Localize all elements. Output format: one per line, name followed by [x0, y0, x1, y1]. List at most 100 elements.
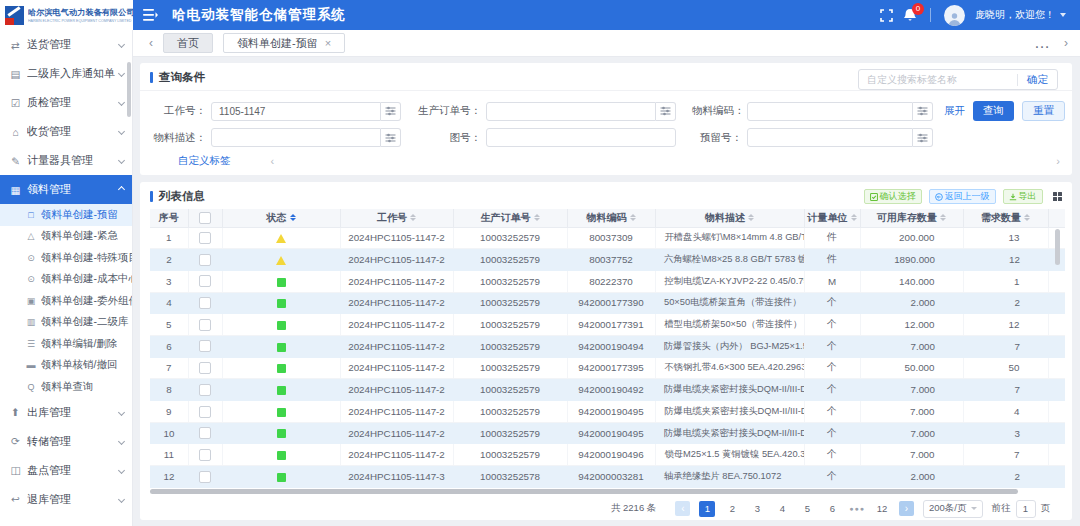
- custom-search-tag-input[interactable]: [859, 74, 1017, 85]
- column-header[interactable]: 可用库存数量: [860, 209, 963, 227]
- sidebar-subitem[interactable]: ▣ 领料单创建-委外组件: [0, 290, 132, 312]
- filter-options-icon[interactable]: [913, 102, 933, 121]
- sidebar-item-material-requisition[interactable]: ▦ 领料管理: [0, 175, 132, 204]
- row-checkbox[interactable]: [199, 340, 211, 352]
- pagination-page-6[interactable]: 6: [824, 501, 840, 517]
- sidebar-item[interactable]: ⌂ 收货管理: [0, 117, 132, 146]
- sort-icon[interactable]: [630, 214, 636, 221]
- table-row[interactable]: 5 2024HPC1105-1147-2 10003252579 9420001…: [150, 314, 1065, 336]
- column-header[interactable]: 物料编码: [567, 209, 655, 227]
- query-input[interactable]: [211, 102, 381, 121]
- table-row[interactable]: 3 2024HPC1105-1147-2 10003252579 8022237…: [150, 270, 1065, 292]
- sidebar-item[interactable]: ↩ 退库管理: [0, 485, 132, 514]
- search-button[interactable]: 查询: [973, 101, 1014, 121]
- query-input[interactable]: [486, 102, 656, 121]
- sidebar-subitem[interactable]: △ 领料单创建-紧急: [0, 226, 132, 248]
- custom-tag-link[interactable]: 自定义标签: [178, 154, 231, 168]
- query-input[interactable]: [747, 128, 913, 147]
- sidebar-subitem[interactable]: ⊙ 领料单创建-成本中心: [0, 269, 132, 291]
- sidebar-subitem[interactable]: Q 领料单查询: [0, 376, 132, 398]
- select-all-checkbox[interactable]: [199, 212, 211, 224]
- table-vertical-scrollbar[interactable]: [1055, 229, 1060, 265]
- sort-icon[interactable]: [534, 214, 540, 221]
- sidebar-item[interactable]: ▤ 二级库入库通知单: [0, 59, 132, 88]
- tag-scroll-left-icon[interactable]: ‹: [271, 155, 275, 167]
- query-input[interactable]: [747, 102, 913, 121]
- sidebar-item[interactable]: ⟳ 转储管理: [0, 427, 132, 456]
- pagination-ellipsis[interactable]: ●●●: [849, 505, 865, 512]
- tab-home[interactable]: 首页: [163, 33, 213, 53]
- tab-scroll-right-icon[interactable]: ›: [1064, 36, 1068, 50]
- column-header[interactable]: 工作号: [340, 209, 453, 227]
- sort-icon[interactable]: [1024, 214, 1030, 221]
- pagination-page-2[interactable]: 2: [724, 501, 740, 517]
- table-row[interactable]: 1 2024HPC1105-1147-2 10003252579 8003730…: [150, 227, 1065, 249]
- row-checkbox[interactable]: [199, 384, 211, 396]
- menu-collapse-icon[interactable]: [143, 9, 158, 21]
- row-checkbox[interactable]: [199, 427, 211, 439]
- row-checkbox[interactable]: [199, 362, 211, 374]
- table-row[interactable]: 8 2024HPC1105-1147-2 10003252579 9420001…: [150, 379, 1065, 401]
- sidebar-item[interactable]: ◫ 盘点管理: [0, 456, 132, 485]
- confirm-tag-button[interactable]: 确定: [1018, 73, 1057, 87]
- sort-icon[interactable]: [410, 214, 416, 221]
- pagination-page-12[interactable]: 12: [874, 501, 890, 517]
- sort-icon[interactable]: [290, 214, 296, 221]
- table-row[interactable]: 11 2024HPC1105-1147-2 10003252579 942000…: [150, 444, 1065, 466]
- table-row[interactable]: 7 2024HPC1105-1147-2 10003252579 9420001…: [150, 357, 1065, 379]
- sidebar-subitem[interactable]: ☰ 领料单编辑/删除: [0, 333, 132, 355]
- filter-options-icon[interactable]: [381, 128, 401, 147]
- sidebar-item[interactable]: ⬆ 出库管理: [0, 398, 132, 427]
- tab-more-icon[interactable]: …: [1034, 34, 1050, 52]
- pagination-page-4[interactable]: 4: [774, 501, 790, 517]
- row-checkbox[interactable]: [199, 232, 211, 244]
- sidebar-scrollbar[interactable]: [127, 62, 131, 117]
- table-row[interactable]: 2 2024HPC1105-1147-2 10003252579 8003775…: [150, 249, 1065, 271]
- filter-options-icon[interactable]: [913, 128, 933, 147]
- column-header[interactable]: 生产订单号: [453, 209, 567, 227]
- sort-icon[interactable]: [748, 214, 754, 221]
- column-header[interactable]: 序号: [150, 209, 188, 227]
- reset-button[interactable]: 重置: [1022, 101, 1065, 121]
- confirm-select-button[interactable]: 确认选择: [864, 189, 922, 204]
- sidebar-subitem[interactable]: ▥ 领料单创建-二级库: [0, 312, 132, 334]
- tab-active[interactable]: 领料单创建-预留 ×: [223, 33, 345, 53]
- filter-options-icon[interactable]: [381, 102, 401, 121]
- row-checkbox[interactable]: [199, 254, 211, 266]
- sort-icon[interactable]: [940, 214, 946, 221]
- row-checkbox[interactable]: [199, 471, 211, 483]
- row-checkbox[interactable]: [199, 297, 211, 309]
- goto-page-input[interactable]: [1016, 500, 1036, 518]
- pagination-page-1[interactable]: 1: [699, 501, 715, 517]
- row-checkbox[interactable]: [199, 275, 211, 287]
- table-row[interactable]: 10 2024HPC1105-1147-2 10003252579 942000…: [150, 422, 1065, 444]
- tag-scroll-right-icon[interactable]: ›: [1056, 155, 1060, 167]
- table-row[interactable]: 9 2024HPC1105-1147-2 10003252579 9420001…: [150, 401, 1065, 423]
- sidebar-subitem[interactable]: ⊙ 领料单创建-特殊项目: [0, 247, 132, 269]
- pagination-page-3[interactable]: 3: [749, 501, 765, 517]
- row-checkbox[interactable]: [199, 449, 211, 461]
- row-checkbox[interactable]: [199, 406, 211, 418]
- column-header[interactable]: 计量单位: [804, 209, 860, 227]
- export-button[interactable]: 导出: [1003, 189, 1043, 204]
- table-row[interactable]: 12 2024HPC1105-1147-3 10003252578 942000…: [150, 466, 1065, 488]
- column-header[interactable]: 需求数量: [963, 209, 1048, 227]
- column-settings-icon[interactable]: [1053, 192, 1063, 202]
- sidebar-item[interactable]: ✎ 计量器具管理: [0, 146, 132, 175]
- avatar[interactable]: [944, 5, 965, 26]
- back-up-level-button[interactable]: 返回上一级: [929, 189, 996, 204]
- tab-scroll-left-icon[interactable]: ‹: [149, 36, 153, 50]
- sidebar-subitem[interactable]: ▬ 领料单核销/撤回: [0, 355, 132, 377]
- sort-icon[interactable]: [851, 214, 857, 221]
- notification-bell-icon[interactable]: 0: [903, 8, 917, 23]
- table-row[interactable]: 4 2024HPC1105-1147-2 10003252579 9420001…: [150, 292, 1065, 314]
- user-greeting[interactable]: 庞晓明，欢迎您！: [975, 8, 1066, 22]
- table-row[interactable]: 6 2024HPC1105-1147-2 10003252579 9420001…: [150, 335, 1065, 357]
- page-size-select[interactable]: 200条/页: [923, 500, 983, 518]
- tab-close-icon[interactable]: ×: [325, 37, 331, 49]
- row-checkbox[interactable]: [199, 319, 211, 331]
- pagination-prev-icon[interactable]: ‹: [675, 501, 690, 516]
- expand-link[interactable]: 展开: [944, 104, 965, 118]
- column-header[interactable]: 状态: [222, 209, 340, 227]
- pagination-next-icon[interactable]: ›: [899, 501, 914, 516]
